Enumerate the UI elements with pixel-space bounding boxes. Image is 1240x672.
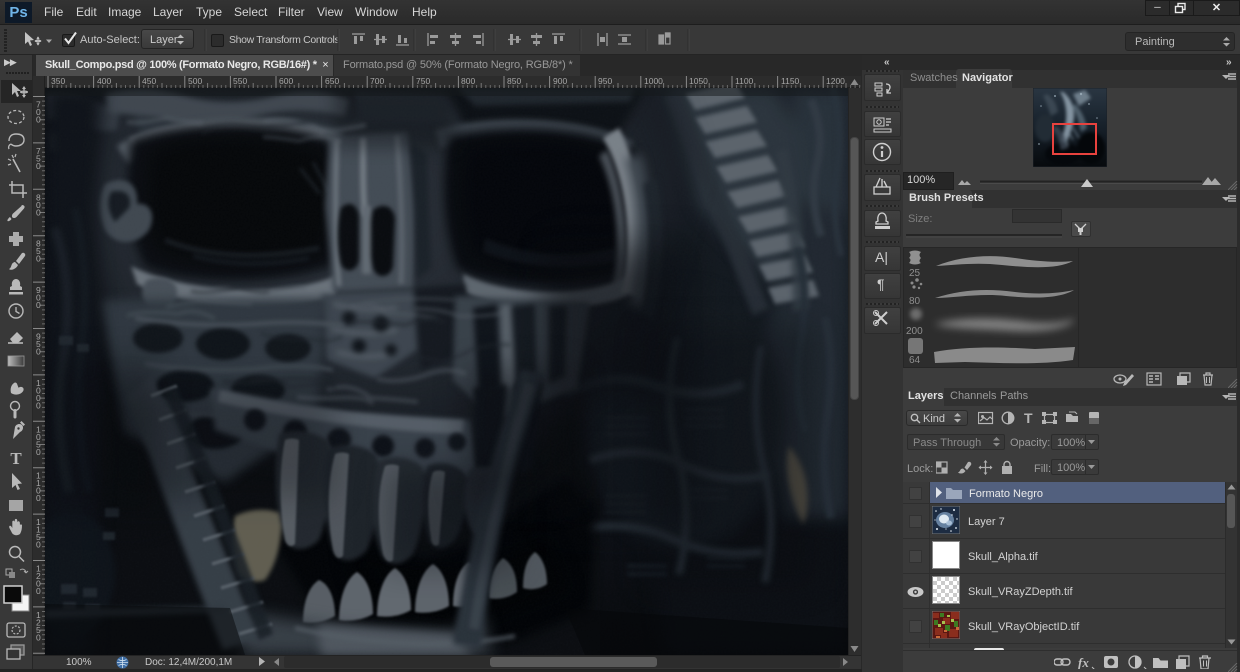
- svg-text:650: 650: [325, 76, 339, 86]
- svg-text:500: 500: [188, 76, 202, 86]
- svg-text:1000: 1000: [644, 76, 663, 86]
- svg-text:T: T: [10, 449, 22, 468]
- svg-text:1200: 1200: [826, 76, 845, 86]
- svg-text:600: 600: [279, 76, 293, 86]
- svg-text:0: 0: [36, 493, 41, 503]
- svg-text:1100: 1100: [735, 76, 754, 86]
- svg-text:fx: fx: [1078, 655, 1089, 669]
- svg-text:0: 0: [36, 540, 41, 550]
- svg-text:0: 0: [36, 447, 41, 457]
- svg-text:0: 0: [36, 115, 41, 125]
- svg-text:950: 950: [598, 76, 612, 86]
- svg-text:¶: ¶: [877, 276, 885, 292]
- svg-text:800: 800: [461, 76, 475, 86]
- svg-text:A|: A|: [875, 249, 888, 265]
- svg-text:0: 0: [36, 632, 41, 642]
- svg-text:0: 0: [36, 161, 41, 171]
- svg-text:550: 550: [233, 76, 247, 86]
- svg-text:850: 850: [507, 76, 521, 86]
- svg-text:0: 0: [36, 400, 41, 410]
- svg-text:450: 450: [142, 76, 156, 86]
- svg-text:750: 750: [416, 76, 430, 86]
- svg-text:1150: 1150: [781, 76, 800, 86]
- svg-text:0: 0: [36, 207, 41, 217]
- svg-text:700: 700: [370, 76, 384, 86]
- svg-text:900: 900: [553, 76, 567, 86]
- svg-text:T: T: [1024, 410, 1033, 426]
- svg-text:1050: 1050: [689, 76, 708, 86]
- svg-text:0: 0: [36, 347, 41, 357]
- svg-text:0: 0: [36, 300, 41, 310]
- svg-text:350: 350: [51, 76, 65, 86]
- svg-text:400: 400: [97, 76, 111, 86]
- svg-text:0: 0: [36, 586, 41, 596]
- svg-text:0: 0: [36, 254, 41, 264]
